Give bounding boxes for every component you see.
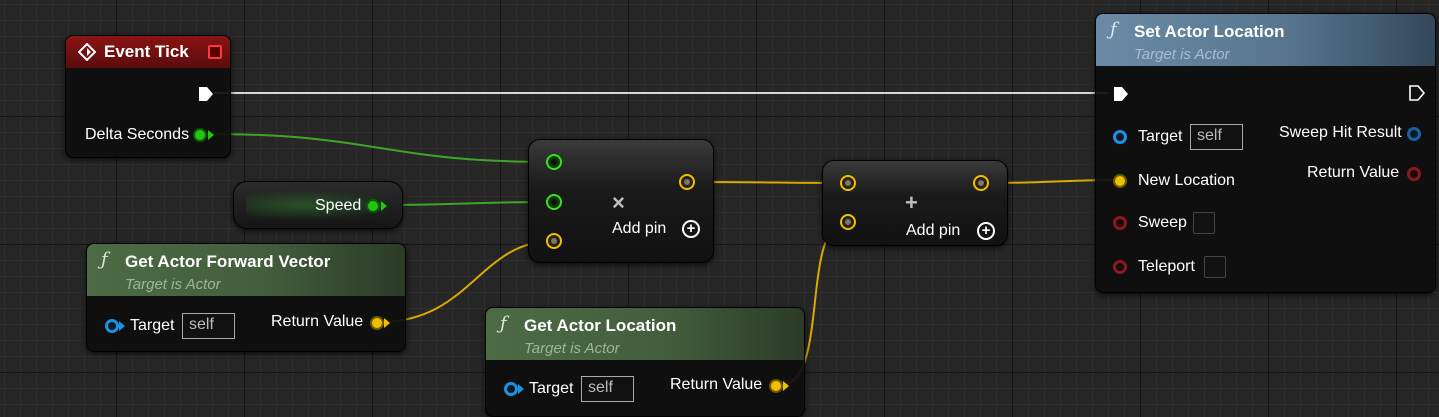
target-pin[interactable] [504, 382, 518, 396]
event-tick-node[interactable]: Event Tick Delta Seconds [65, 35, 231, 158]
multiply-node[interactable]: × Add pin + [528, 139, 714, 263]
sweep-pin[interactable] [1113, 216, 1127, 230]
pin-arrow-icon [384, 318, 390, 328]
set-location-header[interactable]: ƒ Set Actor Location Target is Actor [1096, 14, 1435, 66]
pin-arrow-icon [208, 130, 214, 140]
return-value-label: Return Value [271, 313, 364, 330]
target-label: Target [130, 317, 175, 334]
speed-variable-node[interactable]: Speed [233, 181, 403, 229]
multiply-operator-icon: × [612, 190, 625, 215]
return-value-pin[interactable] [1407, 167, 1421, 181]
sweep-label: Sweep [1138, 214, 1187, 231]
target-pin[interactable] [105, 319, 119, 333]
event-tick-header[interactable]: Event Tick [66, 36, 230, 68]
pin-arrow-icon [783, 381, 789, 391]
add-pin-icon[interactable]: + [682, 220, 700, 238]
multiply-input-b-pin[interactable] [546, 194, 562, 210]
forward-vector-header[interactable]: ƒ Get Actor Forward Vector Target is Act… [87, 244, 405, 296]
add-operator-icon: + [905, 190, 918, 215]
get-actor-forward-vector-node[interactable]: ƒ Get Actor Forward Vector Target is Act… [86, 243, 406, 352]
set-location-subtitle: Target is Actor [1134, 46, 1230, 63]
sweep-hit-result-label: Sweep Hit Result [1279, 124, 1402, 141]
event-diamond-icon [78, 43, 96, 61]
delta-seconds-pin[interactable] [193, 128, 207, 142]
event-tick-title: Event Tick [104, 42, 189, 61]
add-pin-icon[interactable]: + [977, 222, 995, 240]
pin-arrow-icon [119, 321, 125, 331]
speed-pin[interactable] [366, 199, 380, 213]
function-icon: ƒ [1110, 19, 1117, 40]
forward-vector-title: Get Actor Forward Vector [125, 252, 331, 271]
teleport-pin[interactable] [1113, 260, 1127, 274]
target-pin[interactable] [1113, 130, 1127, 144]
exec-out-pin[interactable] [197, 85, 215, 103]
function-icon: ƒ [101, 249, 108, 270]
sweep-checkbox[interactable] [1193, 212, 1215, 234]
exec-in-pin[interactable] [1112, 85, 1130, 103]
return-value-pin[interactable] [769, 379, 783, 393]
get-location-subtitle: Target is Actor [524, 340, 620, 357]
multiply-output-pin[interactable] [679, 174, 695, 190]
multiply-input-a-pin[interactable] [546, 154, 562, 170]
add-input-b-pin[interactable] [840, 214, 856, 230]
get-actor-location-node[interactable]: ƒ Get Actor Location Target is Actor Tar… [485, 307, 805, 417]
target-self-input[interactable]: self [182, 313, 235, 339]
return-value-label: Return Value [670, 376, 763, 393]
exec-out-pin[interactable] [1408, 84, 1426, 102]
add-output-pin[interactable] [973, 175, 989, 191]
target-label: Target [529, 380, 574, 397]
set-location-title: Set Actor Location [1134, 22, 1285, 41]
multiply-input-c-pin[interactable] [546, 233, 562, 249]
target-self-input[interactable]: self [581, 376, 634, 402]
add-node[interactable]: + Add pin + [822, 160, 1008, 246]
add-input-a-pin[interactable] [840, 175, 856, 191]
target-label: Target [1138, 128, 1183, 145]
delta-seconds-label: Delta Seconds [85, 126, 190, 143]
forward-vector-subtitle: Target is Actor [125, 276, 221, 293]
pin-arrow-icon [381, 201, 387, 211]
multiply-add-pin-label[interactable]: Add pin [612, 220, 666, 238]
stop-icon [208, 45, 222, 59]
get-location-title: Get Actor Location [524, 316, 677, 335]
delta-seconds-wire [206, 133, 554, 163]
teleport-checkbox[interactable] [1204, 256, 1226, 278]
sweep-hit-result-pin[interactable] [1407, 127, 1421, 141]
pin-arrow-icon [518, 384, 524, 394]
set-actor-location-node[interactable]: ƒ Set Actor Location Target is Actor Tar… [1095, 13, 1436, 293]
speed-label: Speed [315, 197, 362, 214]
teleport-label: Teleport [1138, 258, 1195, 275]
function-icon: ƒ [500, 313, 507, 334]
add-add-pin-label[interactable]: Add pin [906, 222, 960, 240]
target-self-input[interactable]: self [1190, 124, 1243, 150]
return-value-pin[interactable] [370, 316, 384, 330]
new-location-label: New Location [1138, 172, 1235, 189]
return-value-label: Return Value [1307, 164, 1400, 181]
get-location-header[interactable]: ƒ Get Actor Location Target is Actor [486, 308, 804, 360]
new-location-pin[interactable] [1113, 174, 1127, 188]
